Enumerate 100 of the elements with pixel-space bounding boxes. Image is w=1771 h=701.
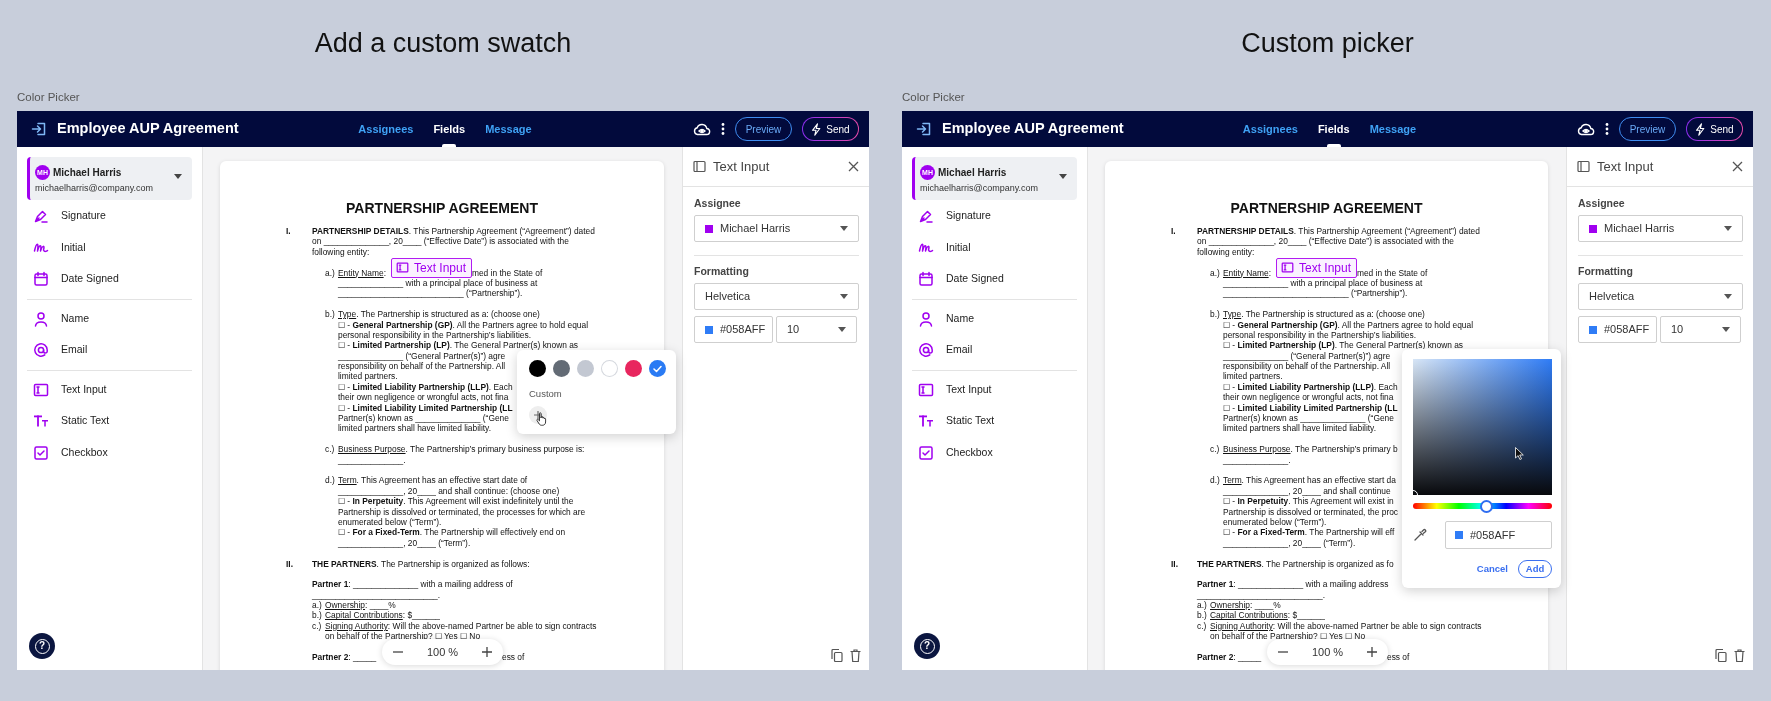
nav-tab[interactable]: Assignees: [350, 111, 422, 147]
color-field[interactable]: #058AFF: [694, 316, 773, 343]
document-text: ______________, 20____ and shall continue: [1223, 485, 1391, 497]
color-swatch[interactable]: [529, 360, 546, 377]
document-text: ☐ - In Perpetuity. This Agreement will exist indefinitely until the: [338, 496, 574, 507]
field-label: Assignee: [694, 196, 742, 210]
document-text: ☐ - Limited Liability Partnership (LLP). Each: [338, 381, 513, 393]
document-text: ☐ - Limited Partnership (LP). The General Partner(s) known as: [338, 340, 579, 351]
sidebar-item[interactable]: Date Signed: [27, 263, 192, 295]
document-text: Ownership: ____%: [1210, 600, 1281, 611]
sidebar-item[interactable]: Signature: [912, 200, 1077, 232]
sidebar-item[interactable]: Checkbox: [912, 437, 1077, 469]
sidebar-item[interactable]: Initial: [912, 231, 1077, 264]
nav-tab[interactable]: Assignees: [1234, 111, 1306, 147]
caret-icon: [840, 226, 848, 231]
trash-icon[interactable]: [1734, 649, 1745, 662]
document-text: ___________________________.: [1197, 589, 1326, 601]
document-text: ___________________________ (“Partnership”).: [338, 288, 523, 299]
sidebar-item[interactable]: Static Text: [27, 405, 192, 438]
sidebar-item[interactable]: Name: [912, 302, 1077, 335]
font-select[interactable]: Helvetica: [694, 283, 859, 310]
text-input-field[interactable]: Text Input: [1275, 257, 1357, 278]
document-text: Partner(s) known as ______________ (“Gene: [338, 413, 509, 424]
nav-tab[interactable]: Message: [477, 111, 540, 147]
zoom-level: 100 %: [1311, 644, 1344, 660]
list-label: c.): [1210, 444, 1221, 455]
color-swatch[interactable]: [553, 360, 570, 377]
color-field[interactable]: #058AFF: [1578, 316, 1657, 343]
assignee-email: michaelharris@company.com: [920, 182, 1039, 196]
sidebar-item[interactable]: Email: [27, 334, 192, 366]
document-text: Business Purpose. The Partnership’s primary b: [1223, 444, 1398, 455]
nav-tab[interactable]: Message: [1361, 111, 1425, 147]
assignee-select[interactable]: Michael Harris: [694, 215, 859, 242]
list-label: d.): [325, 475, 336, 486]
sidebar-item[interactable]: Date Signed: [912, 263, 1077, 295]
color-swatch[interactable]: [577, 360, 594, 377]
exit-icon[interactable]: [31, 121, 47, 137]
add-button[interactable]: Add: [1518, 560, 1552, 578]
list-label: d.): [1210, 475, 1221, 486]
help-button[interactable]: ?: [29, 633, 55, 659]
document-text: ☐ - Limited Partnership (LP). The General Partner(s) known as: [1223, 340, 1464, 351]
font-select[interactable]: Helvetica: [1578, 283, 1743, 310]
help-button[interactable]: ?: [914, 633, 940, 659]
zoom-in-button[interactable]: [1366, 646, 1378, 658]
sidebar-item[interactable]: Name: [27, 302, 192, 335]
cancel-button[interactable]: Cancel: [1476, 561, 1508, 577]
at-sign-icon: [918, 342, 934, 359]
nav-tab[interactable]: Fields: [425, 111, 474, 147]
document-text: ______________, 20____ (“Term”).: [1223, 537, 1356, 549]
color-swatch[interactable]: [601, 360, 618, 377]
document-text: THE PARTNERS. The Partnership is organized as fo: [1197, 558, 1394, 569]
cloud-icon[interactable]: [693, 122, 711, 136]
sidebar-item[interactable]: Static Text: [912, 405, 1077, 438]
copy-icon[interactable]: [831, 649, 843, 662]
document-text: ______________ with a principal place of business at: [1223, 277, 1423, 289]
exit-icon[interactable]: [916, 121, 932, 137]
color-area[interactable]: [1413, 359, 1552, 495]
send-button[interactable]: Send: [802, 117, 859, 141]
more-icon[interactable]: [1605, 122, 1609, 136]
section-heading: Custom picker: [1241, 26, 1414, 60]
sidebar-item[interactable]: Signature: [27, 200, 192, 232]
assignee-select[interactable]: Michael Harris: [1578, 215, 1743, 242]
text-field-icon: [918, 381, 934, 398]
document-text: Partner(s) known as ______________ (“Gene: [1223, 413, 1394, 424]
document-text: ess of: [1387, 652, 1410, 663]
sidebar-item[interactable]: Text Input: [27, 373, 192, 406]
list-label: II.: [1171, 558, 1179, 569]
text-field-icon: [395, 261, 409, 275]
document-text: limited partners.: [338, 371, 398, 382]
trash-icon[interactable]: [850, 649, 861, 662]
close-icon[interactable]: [1732, 161, 1743, 172]
color-swatch[interactable]: [649, 360, 666, 377]
document-text: their own negligence or wrongful acts, not fina: [338, 392, 509, 403]
document-text: ☐ - Limited Liability Limited Partnership (LL: [1223, 402, 1398, 414]
document-heading: PARTNERSHIP AGREEMENT: [345, 199, 539, 217]
hex-field[interactable]: #058AFF: [1445, 521, 1552, 549]
sidebar-item[interactable]: Initial: [27, 231, 192, 264]
sidebar-item[interactable]: Email: [912, 334, 1077, 366]
list-label: I.: [1171, 226, 1177, 237]
copy-icon[interactable]: [1715, 649, 1727, 662]
size-select[interactable]: 10: [776, 316, 857, 343]
color-swatch[interactable]: [625, 360, 642, 377]
eyedropper-icon[interactable]: [1413, 528, 1427, 542]
send-button[interactable]: Send: [1686, 117, 1743, 141]
sidebar-item[interactable]: Checkbox: [27, 437, 192, 469]
more-icon[interactable]: [721, 122, 725, 136]
document-text: Partnership is dissolved or terminated, the proc: [1223, 506, 1399, 517]
panel-title: Text Input: [1597, 157, 1655, 176]
text-input-field[interactable]: Text Input: [390, 257, 472, 278]
size-select[interactable]: 10: [1660, 316, 1741, 343]
list-label: b.): [1197, 610, 1208, 621]
calendar-icon: [33, 271, 49, 287]
sidebar-item[interactable]: Text Input: [912, 373, 1077, 406]
nav-tab[interactable]: Fields: [1309, 111, 1358, 147]
close-icon[interactable]: [848, 161, 859, 172]
cloud-icon[interactable]: [1577, 122, 1595, 136]
zoom-in-button[interactable]: [481, 646, 493, 658]
list-label: a.): [312, 600, 323, 611]
document-text: limited partners shall have limited liability.: [338, 423, 491, 434]
slider-thumb[interactable]: [1480, 499, 1494, 513]
